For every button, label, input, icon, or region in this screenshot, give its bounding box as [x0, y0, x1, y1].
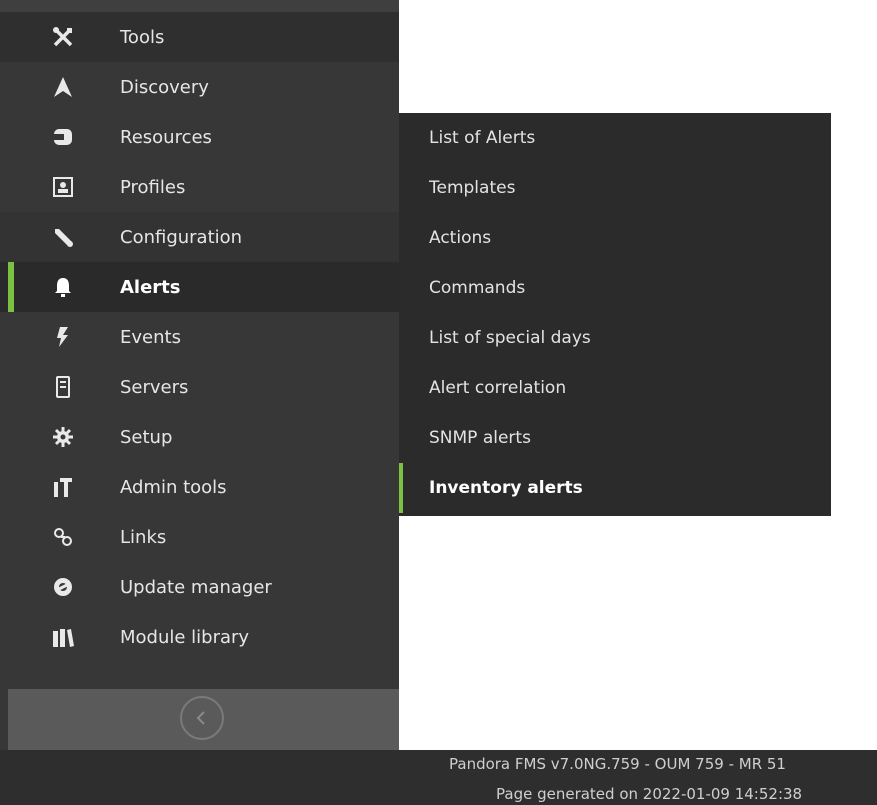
sidebar-item-discovery[interactable]: Discovery: [0, 62, 399, 112]
submenu-item-label: Actions: [429, 228, 492, 248]
submenu-item-label: Commands: [429, 278, 526, 298]
submenu-item-label: Alert correlation: [429, 378, 567, 398]
sidebar-item-profiles[interactable]: Profiles: [0, 162, 399, 212]
main-menu: Tools Discovery Resources Profiles Confi…: [0, 12, 399, 662]
submenu-item-label: Inventory alerts: [429, 478, 583, 498]
sidebar-item-label: Update manager: [120, 576, 272, 598]
submenu-item-list-of-special-days[interactable]: List of special days: [399, 313, 831, 363]
tools-icon: [52, 26, 74, 48]
server-icon: [52, 376, 74, 398]
submenu-item-list-of-alerts[interactable]: List of Alerts: [399, 113, 831, 163]
page-footer: Pandora FMS v7.0NG.759 - OUM 759 - MR 51…: [399, 750, 877, 805]
submenu-item-alert-correlation[interactable]: Alert correlation: [399, 363, 831, 413]
sidebar-item-configuration[interactable]: Configuration: [0, 212, 399, 262]
submenu-item-commands[interactable]: Commands: [399, 263, 831, 313]
sidebar-item-update-manager[interactable]: Update manager: [0, 562, 399, 612]
sidebar-item-label: Configuration: [120, 226, 243, 248]
submenu-item-label: List of Alerts: [429, 128, 536, 148]
sidebar-item-setup[interactable]: Setup: [0, 412, 399, 462]
chevron-left-icon: [193, 709, 211, 727]
sidebar-item-label: Setup: [120, 426, 173, 448]
sidebar-item-label: Servers: [120, 376, 189, 398]
generated-text: Page generated on 2022-01-09 14:52:38: [496, 785, 803, 803]
sidebar-item-label: Resources: [120, 126, 212, 148]
sidebar-collapse-area: [8, 689, 399, 750]
submenu-item-label: SNMP alerts: [429, 428, 531, 448]
sidebar-item-admin-tools[interactable]: Admin tools: [0, 462, 399, 512]
sidebar-item-resources[interactable]: Resources: [0, 112, 399, 162]
sidebar-item-links[interactable]: Links: [0, 512, 399, 562]
sidebar-item-label: Admin tools: [120, 476, 227, 498]
discovery-icon: [52, 76, 74, 98]
resources-icon: [52, 126, 74, 148]
alerts-submenu: List of Alerts Templates Actions Command…: [399, 113, 831, 516]
gear-icon: [52, 426, 74, 448]
sidebar: Tools Discovery Resources Profiles Confi…: [0, 0, 399, 805]
collapse-button[interactable]: [180, 696, 224, 740]
update-icon: [52, 576, 74, 598]
submenu-item-snmp-alerts[interactable]: SNMP alerts: [399, 413, 831, 463]
library-icon: [52, 626, 74, 648]
submenu-item-inventory-alerts[interactable]: Inventory alerts: [399, 463, 831, 513]
sidebar-item-label: Events: [120, 326, 181, 348]
bell-icon: [52, 276, 74, 298]
submenu-item-label: List of special days: [429, 328, 591, 348]
submenu-item-actions[interactable]: Actions: [399, 213, 831, 263]
sidebar-item-servers[interactable]: Servers: [0, 362, 399, 412]
link-icon: [52, 526, 74, 548]
sidebar-item-label: Module library: [120, 626, 250, 648]
wrench-icon: [52, 226, 74, 248]
sidebar-item-label: Discovery: [120, 76, 209, 98]
admin-tools-icon: [52, 476, 74, 498]
sidebar-item-events[interactable]: Events: [0, 312, 399, 362]
profiles-icon: [52, 176, 74, 198]
lightning-icon: [52, 326, 74, 348]
sidebar-item-tools[interactable]: Tools: [0, 12, 399, 62]
sidebar-item-module-library[interactable]: Module library: [0, 612, 399, 662]
submenu-item-label: Templates: [429, 178, 516, 198]
submenu-item-templates[interactable]: Templates: [399, 163, 831, 213]
sidebar-item-label: Alerts: [120, 276, 181, 298]
version-text: Pandora FMS v7.0NG.759 - OUM 759 - MR 51: [449, 755, 786, 773]
sidebar-item-label: Tools: [120, 26, 165, 48]
sidebar-bottom: [0, 750, 399, 805]
sidebar-item-label: Profiles: [120, 176, 186, 198]
sidebar-item-alerts[interactable]: Alerts: [0, 262, 399, 312]
sidebar-item-label: Links: [120, 526, 167, 548]
active-indicator: [399, 463, 403, 513]
active-indicator: [8, 262, 14, 312]
sidebar-top-strip: [0, 0, 399, 12]
